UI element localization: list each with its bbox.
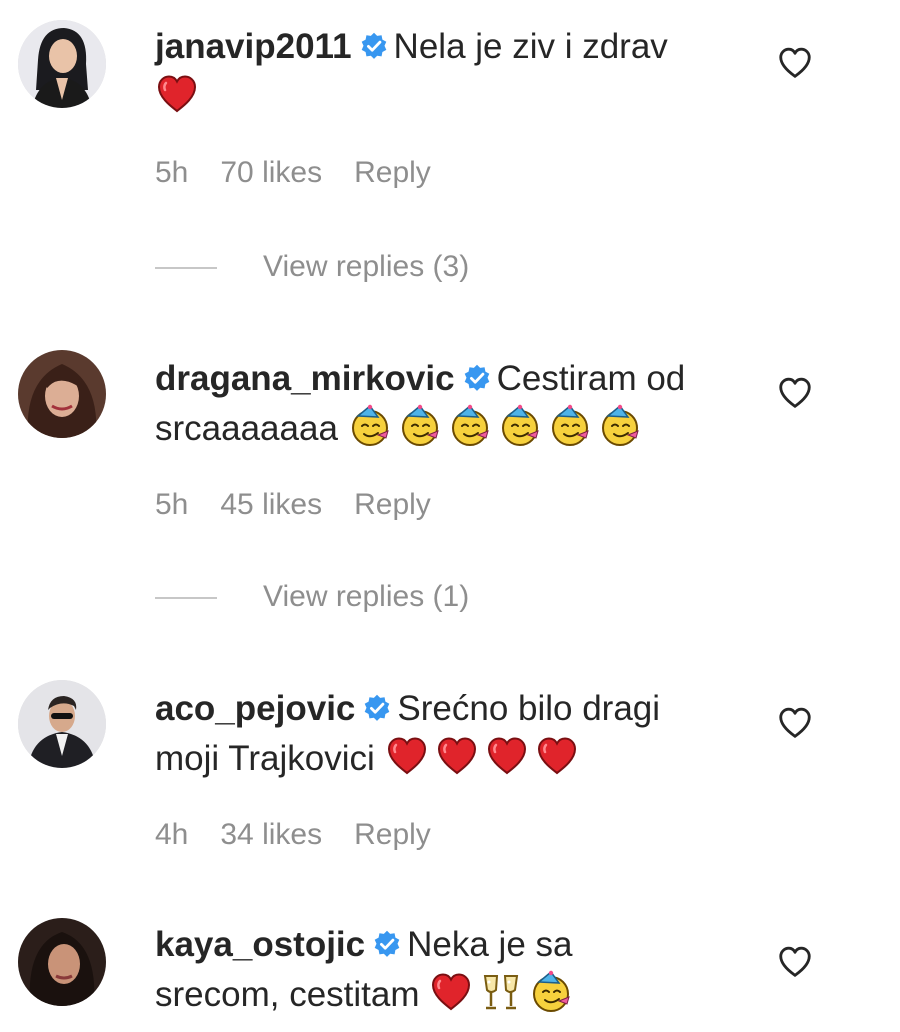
partying-face-emoji-icon	[598, 404, 642, 448]
comment-text: Neka je sa	[407, 925, 573, 964]
verified-badge-icon	[463, 364, 491, 392]
view-replies-button[interactable]: View replies (3)	[155, 250, 469, 284]
heart-emoji-icon	[535, 734, 579, 778]
comment-meta: 5h 45 likes Reply	[155, 488, 463, 522]
comment-text-line: srecom, cestitam	[155, 970, 755, 1020]
heart-emoji-icon	[385, 734, 429, 778]
comment-text: Srećno bilo dragi	[397, 689, 661, 728]
comment-text-line: srcaaaaaaa	[155, 404, 755, 454]
comment-text: srecom, cestitam	[155, 975, 420, 1014]
comment-time: 4h	[155, 818, 189, 851]
heart-emoji-icon	[155, 72, 199, 116]
avatar[interactable]	[18, 350, 106, 438]
likes-count[interactable]: 70 likes	[220, 156, 322, 189]
divider-line	[155, 597, 217, 600]
username[interactable]: dragana_mirkovic	[155, 359, 455, 398]
username[interactable]: kaya_ostojic	[155, 925, 365, 964]
comment-meta: 4h 34 likes Reply	[155, 818, 463, 852]
comment-text: Nela je ziv i zdrav	[393, 27, 668, 66]
comment-text-line: janavip2011 Nela je ziv i zdrav	[155, 22, 755, 72]
comment-body: kaya_ostojic Neka je sa srecom, cestitam	[155, 920, 755, 1020]
heart-emoji-icon	[435, 734, 479, 778]
comment-time: 5h	[155, 488, 189, 521]
comment-text-line: dragana_mirkovic Cestiram od	[155, 354, 755, 404]
verified-badge-icon	[360, 32, 388, 60]
reply-button[interactable]: Reply	[354, 818, 431, 851]
comment-time: 5h	[155, 156, 189, 189]
reply-button[interactable]: Reply	[354, 156, 431, 189]
like-heart-icon[interactable]	[776, 44, 814, 82]
heart-emoji-icon	[485, 734, 529, 778]
like-heart-icon[interactable]	[776, 374, 814, 412]
view-replies-button[interactable]: View replies (1)	[155, 580, 469, 614]
comment-body: dragana_mirkovic Cestiram od srcaaaaaaa	[155, 354, 755, 454]
username[interactable]: aco_pejovic	[155, 689, 355, 728]
heart-emoji-icon	[429, 970, 473, 1014]
like-heart-icon[interactable]	[776, 943, 814, 981]
comment-body: aco_pejovic Srećno bilo dragi moji Trajko…	[155, 684, 755, 784]
likes-count[interactable]: 34 likes	[220, 818, 322, 851]
comment-body: janavip2011 Nela je ziv i zdrav	[155, 22, 755, 122]
partying-face-emoji-icon	[398, 404, 442, 448]
partying-face-emoji-icon	[548, 404, 592, 448]
comment-text: moji Trajkovici	[155, 739, 375, 778]
partying-face-emoji-icon	[348, 404, 392, 448]
divider-line	[155, 267, 217, 270]
view-replies-label: View replies (1)	[263, 580, 470, 613]
verified-badge-icon	[373, 930, 401, 958]
comment-text: srcaaaaaaa	[155, 409, 338, 448]
partying-face-emoji-icon	[498, 404, 542, 448]
partying-face-emoji-icon	[529, 970, 573, 1014]
view-replies-label: View replies (3)	[263, 250, 470, 283]
comment-text: Cestiram od	[496, 359, 686, 398]
comment-meta: 5h 70 likes Reply	[155, 156, 463, 190]
clinking-glasses-emoji-icon	[479, 970, 523, 1014]
verified-badge-icon	[363, 694, 391, 722]
username[interactable]: janavip2011	[155, 27, 352, 66]
avatar[interactable]	[18, 20, 106, 108]
avatar[interactable]	[18, 918, 106, 1006]
comment-text-line: moji Trajkovici	[155, 734, 755, 784]
avatar[interactable]	[18, 680, 106, 768]
likes-count[interactable]: 45 likes	[220, 488, 322, 521]
like-heart-icon[interactable]	[776, 704, 814, 742]
comment-text-line: kaya_ostojic Neka je sa	[155, 920, 755, 970]
comment-text-line: aco_pejovic Srećno bilo dragi	[155, 684, 755, 734]
partying-face-emoji-icon	[448, 404, 492, 448]
reply-button[interactable]: Reply	[354, 488, 431, 521]
comment-text-line	[155, 72, 755, 122]
